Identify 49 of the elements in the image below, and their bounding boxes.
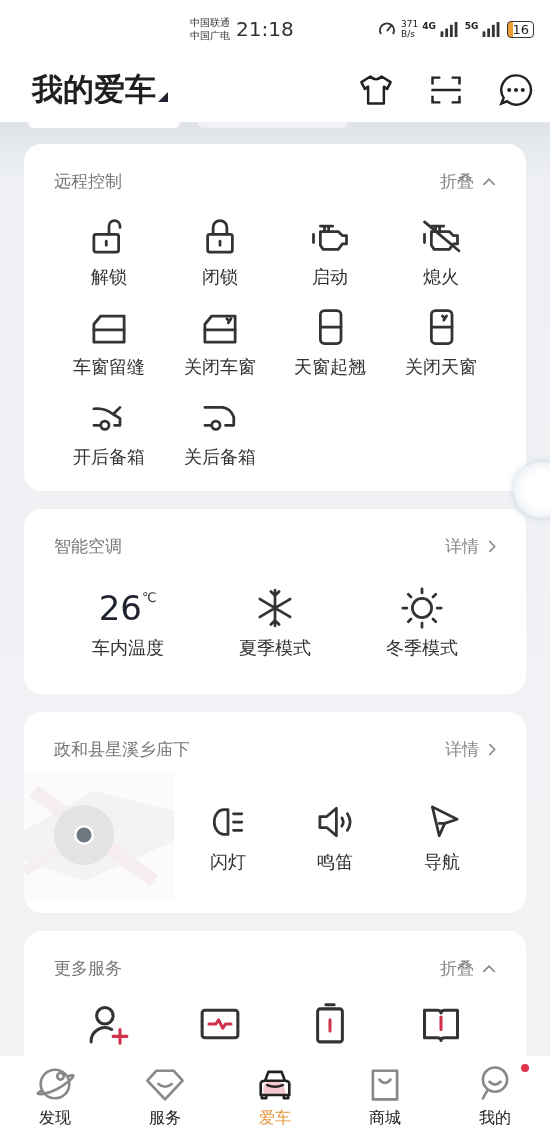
temperature-label: 车内温度 [91,636,164,660]
section-title: 智能空调 [54,535,122,558]
sunroof-button[interactable]: 天窗起翘 [275,305,386,379]
navigation-arrow-button[interactable]: 导航 [388,800,496,874]
carrier-name: 中国联通 [190,16,230,29]
speed-unit: B/s [400,29,416,39]
network-type: 4G [422,21,436,31]
message-icon[interactable] [498,72,534,108]
collapse-button[interactable]: 折叠 [440,170,496,193]
car-window-button[interactable]: 车窗留缝 [54,305,165,379]
section-title: 远程控制 [54,170,122,193]
temperature-unit: ℃ [142,590,157,605]
car-window-closed-button[interactable]: 关闭车窗 [164,305,275,379]
unlocked-padlock-button[interactable]: 解锁 [54,215,165,289]
tab[interactable]: 我的 [440,1056,550,1134]
trunk-closed-button[interactable]: 关后备箱 [164,395,275,469]
network-type: 5G [464,21,479,31]
details-link[interactable]: 详情 [445,535,496,558]
chevron-up-icon [482,964,496,973]
collapse-button[interactable]: 折叠 [440,957,496,980]
dropdown-triangle-icon[interactable] [158,92,168,102]
signal-icon [482,21,501,37]
sun-icon [400,586,445,630]
tab[interactable]: 商城 [330,1056,440,1134]
snowflake-button[interactable]: 夏季模式 [201,586,349,660]
network-speed: 371 [400,19,419,29]
sun-button[interactable]: 冬季模式 [348,586,496,660]
signal-icon [439,21,458,37]
padlock-button[interactable]: 闭锁 [164,215,275,289]
battery-indicator: 16 [507,20,534,38]
shirt-icon[interactable] [358,72,394,108]
engine-off-button[interactable]: 熄火 [385,215,496,289]
page-title[interactable]: 我的爱车 [32,69,156,111]
trunk-open-button[interactable]: 开后备箱 [54,395,165,469]
chevron-up-icon [482,177,496,186]
section-title: 更多服务 [54,957,122,980]
chevron-right-icon [487,743,496,756]
sunroof-closed-button[interactable]: 关闭天窗 [385,305,496,379]
speaker-button[interactable]: 鸣笛 [281,800,389,874]
details-link[interactable]: 详情 [445,738,496,761]
headlight-button[interactable]: 闪灯 [174,800,282,874]
temperature-value: 26 [98,587,142,630]
tab[interactable]: 发现 [0,1056,110,1134]
carrier-name: 中国广电 [190,29,230,42]
chevron-right-icon [487,540,496,553]
tab[interactable]: 服务 [110,1056,220,1134]
engine-button[interactable]: 启动 [275,215,386,289]
status-time: 21:18 [236,17,294,41]
location-name: 政和县星溪乡庙下 [54,738,190,761]
